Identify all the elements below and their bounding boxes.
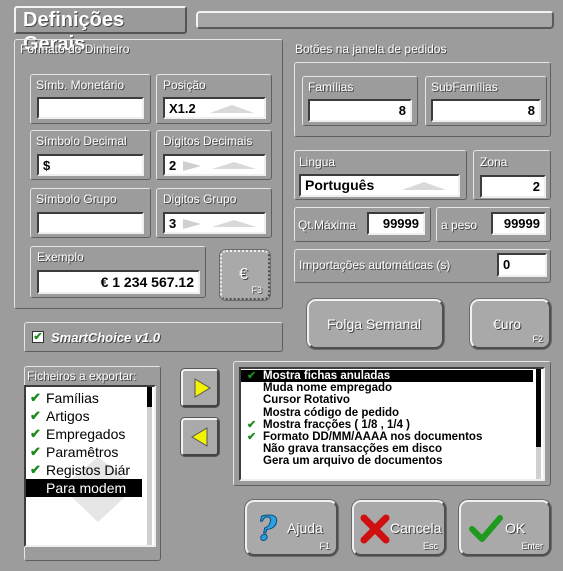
euro-button-label: €uro (493, 316, 522, 332)
options-scrollbar[interactable] (536, 369, 541, 479)
options-list[interactable]: ✔ Mostra fichas anuladas Muda nome empreg… (239, 367, 545, 481)
cancel-shortcut: Esc (422, 541, 438, 551)
export-item[interactable]: ✔ Registos Diár (26, 461, 154, 479)
familias-label: Famílias (308, 80, 354, 94)
help-shortcut: F1 (319, 541, 330, 551)
spin-up-icon (212, 220, 256, 227)
export-item-selected[interactable]: Para modem (26, 479, 142, 497)
smartchoice-check-icon: ✔ (32, 331, 44, 343)
option-item[interactable]: ✔ Formato DD/MM/AAAA nos documentos (241, 431, 533, 443)
exemplo-field: € 1 234 567.12 (37, 270, 200, 294)
subfamilias-field[interactable]: 8 (431, 99, 541, 122)
a-peso-field[interactable]: 99999 (491, 212, 546, 235)
export-scrollbar[interactable] (147, 387, 152, 545)
move-right-button[interactable] (181, 369, 219, 407)
arrow-right-icon (194, 378, 211, 398)
svg-text:?: ? (257, 510, 278, 546)
spin-left-icon (183, 161, 201, 171)
digitos-grupo-label: Digitos Grupo (163, 192, 237, 206)
a-peso-label: a peso (441, 218, 478, 232)
posicao-value: X1.2 (169, 101, 196, 116)
euro-button-shortcut: F2 (532, 334, 543, 344)
simb-monetario-label: Símb. Monetário (36, 78, 125, 92)
spin-up-icon (212, 162, 256, 169)
language-label: Lingua (299, 155, 336, 169)
digitos-decimais-label: Digitos Decimais (163, 134, 253, 148)
export-item[interactable]: ✔ Artigos (26, 407, 154, 425)
cancel-label: Cancela (390, 520, 442, 536)
digitos-decimais-spinner[interactable]: 2 (163, 154, 266, 176)
money-format-title: Formato do Dinheiro (20, 42, 130, 56)
ok-label: OK (505, 520, 526, 536)
importacoes-field[interactable]: 0 (497, 253, 547, 277)
option-item[interactable]: Mostra código de pedido (241, 407, 533, 419)
posicao-combo[interactable]: X1.2 (163, 97, 266, 119)
check-icon: ✔ (30, 408, 41, 423)
dropdown-arrow-icon (210, 105, 254, 113)
digitos-decimais-value: 2 (169, 158, 177, 173)
dropdown-arrow-icon (402, 182, 446, 190)
ok-shortcut: Enter (521, 541, 543, 551)
ok-button[interactable]: OK Enter (459, 500, 551, 556)
close-icon (360, 514, 390, 544)
simbolo-grupo-label: Símbolo Grupo (36, 192, 117, 206)
checkmark-icon (469, 515, 503, 542)
exemplo-label: Exemplo (37, 250, 84, 264)
cancel-button[interactable]: Cancela Esc (352, 500, 446, 556)
check-icon: ✔ (30, 390, 41, 405)
check-icon: ✔ (30, 426, 41, 441)
help-icon: ? (257, 510, 279, 546)
qt-maxima-label: Qt.Máxima (298, 218, 357, 232)
check-icon: ✔ (247, 370, 257, 382)
export-item[interactable]: ✔ Empregados (26, 425, 154, 443)
smartchoice-label: SmartChoice v1.0 (51, 330, 161, 345)
option-item[interactable]: Cursor Rotativo (241, 394, 533, 406)
folga-semanal-label: Folga Semanal (327, 316, 422, 332)
title-bar-decoration (196, 11, 554, 29)
option-item[interactable]: Não grava transacções em disco (241, 443, 533, 455)
zona-label: Zona (480, 155, 508, 169)
euro-button[interactable]: €uro F2 (470, 299, 551, 349)
euro-symbol: € (239, 266, 248, 283)
check-icon: ✔ (247, 430, 257, 443)
zona-field[interactable]: 2 (480, 175, 546, 198)
check-icon: ✔ (30, 462, 41, 477)
help-label: Ajuda (287, 520, 323, 536)
option-item-selected[interactable]: ✔ Mostra fichas anuladas (241, 370, 533, 383)
euro-shortcut: F3 (251, 285, 262, 295)
export-list[interactable]: ✔ Famílias ✔ Artigos ✔ Empregados ✔ Paramêtr… (24, 385, 156, 547)
arrow-left-icon (191, 427, 208, 447)
window-title: Definições Gerais (14, 6, 187, 55)
simbolo-decimal-field[interactable]: $ (37, 154, 144, 176)
check-icon: ✔ (30, 444, 41, 459)
simb-monetario-field[interactable] (37, 97, 144, 119)
digitos-grupo-value: 3 (169, 216, 177, 231)
simbolo-grupo-field[interactable] (37, 212, 144, 234)
digitos-grupo-spinner[interactable]: 3 (163, 212, 266, 234)
euro-format-button[interactable]: € F3 (220, 250, 270, 300)
language-value: Português (305, 177, 375, 193)
option-item[interactable]: ✔ Mostra fracções ( 1/8 , 1/4 ) (241, 419, 533, 431)
simbolo-decimal-label: Símbolo Decimal (36, 134, 127, 148)
qt-maxima-field[interactable]: 99999 (367, 212, 425, 235)
check-icon: ✔ (247, 418, 257, 431)
order-buttons-title: Botões na janela de pedidos (295, 42, 447, 56)
option-item[interactable]: Muda nome empregado (241, 382, 533, 394)
move-left-button[interactable] (181, 418, 219, 456)
export-item[interactable]: ✔ Famílias (26, 389, 154, 407)
help-button[interactable]: ? Ajuda F1 (245, 500, 338, 556)
language-combo[interactable]: Português (299, 174, 460, 197)
subfamilias-label: SubFamílias (431, 80, 498, 94)
export-title: Ficheiros a exportar: (27, 369, 137, 383)
familias-field[interactable]: 8 (308, 99, 412, 122)
spin-left-icon (183, 219, 201, 229)
importacoes-label: Importações automáticas (s) (299, 258, 451, 272)
posicao-label: Posição (163, 78, 206, 92)
folga-semanal-button[interactable]: Folga Semanal (307, 299, 444, 349)
option-item[interactable]: Gera um arquivo de documentos (241, 455, 533, 467)
export-item[interactable]: ✔ Paramêtros (26, 443, 154, 461)
